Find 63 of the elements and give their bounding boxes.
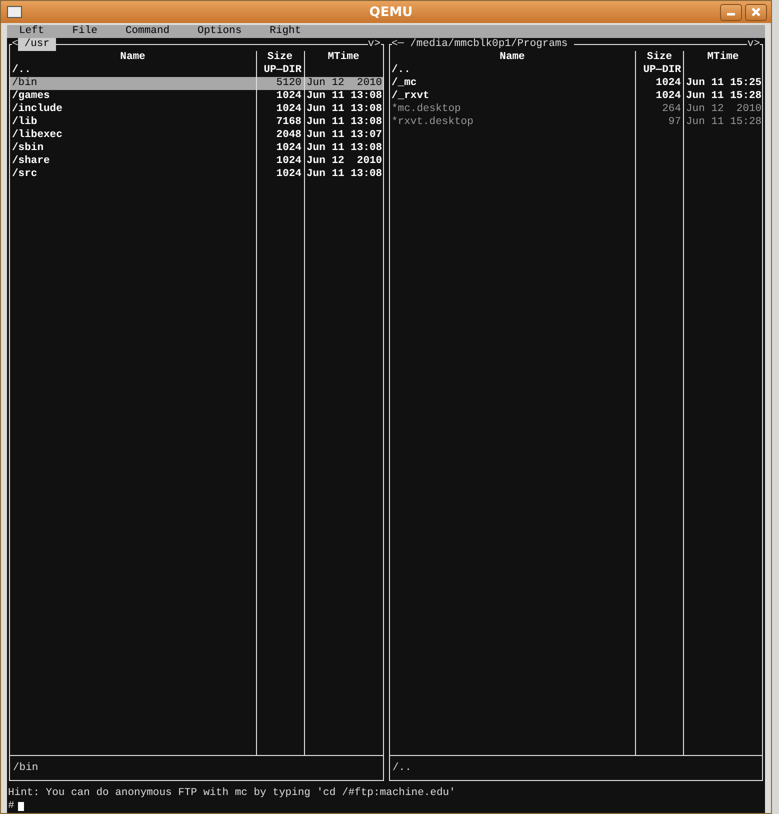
- file-size-cell-text: 2048: [275, 129, 302, 142]
- file-mtime-cell-text: Jun 11 13:08: [306, 103, 382, 116]
- hint-line: Hint: You can do anonymous FTP with mc by typing 'cd /#ftp:machine.edu': [7, 787, 456, 800]
- menu-item[interactable]: Command: [125, 25, 170, 38]
- column-header[interactable]: MTime: [684, 51, 762, 64]
- file-name-cell[interactable]: /sbin: [10, 142, 256, 155]
- menu-item[interactable]: Right: [270, 25, 302, 38]
- file-name-cell[interactable]: /lib: [10, 116, 256, 129]
- minimize-button[interactable]: [720, 4, 742, 20]
- file-mtime-cell-text: Jun 11 13:07: [306, 129, 382, 142]
- file-name-cell[interactable]: /libexec: [10, 129, 256, 142]
- file-size-cell: 5120: [256, 77, 304, 90]
- file-name-cell[interactable]: /games: [10, 90, 256, 103]
- close-button[interactable]: [745, 4, 767, 20]
- mini-status: /bin: [10, 755, 382, 780]
- file-size-cell-text: UP—DIR: [642, 64, 682, 77]
- close-icon: [751, 7, 761, 17]
- file-size-cell-text: 1024: [275, 142, 302, 155]
- panel-path: /media/mmcblk0p1/Programs: [404, 38, 574, 51]
- file-mtime-cell: Jun 12 2010: [304, 77, 382, 90]
- column-header[interactable]: Name: [390, 51, 635, 64]
- column-header[interactable]: Name: [10, 51, 256, 64]
- file-name-cell[interactable]: /bin: [10, 77, 256, 90]
- file-mtime-cell-text: Jun 11 13:08: [306, 168, 382, 181]
- file-size-cell-text: 1024: [275, 103, 302, 116]
- file-size-cell-text: 1024: [275, 155, 302, 168]
- file-mtime-cell-text: Jun 11 13:08: [306, 116, 382, 129]
- file-name-cell[interactable]: /include: [10, 103, 256, 116]
- file-name-cell[interactable]: /_mc: [390, 77, 635, 90]
- file-size-cell-text: 1024: [275, 90, 302, 103]
- file-name-cell[interactable]: /share: [10, 155, 256, 168]
- file-name-cell[interactable]: /_rxvt: [390, 90, 635, 103]
- column-header[interactable]: Size: [636, 51, 683, 64]
- file-mtime-cell-text: Jun 11 15:28: [685, 116, 762, 129]
- file-size-cell-text: 1024: [654, 90, 682, 103]
- file-name-cell[interactable]: *rxvt.desktop: [390, 116, 635, 129]
- menu-item[interactable]: Left: [19, 25, 44, 38]
- file-name-cell[interactable]: *mc.desktop: [390, 103, 635, 116]
- file-size-cell-text: 97: [667, 116, 682, 129]
- mini-status: /..: [390, 755, 762, 780]
- text-cursor: [18, 802, 24, 811]
- file-size-cell-text: 7168: [275, 116, 302, 129]
- file-mtime-cell-text: Jun 11 13:08: [306, 142, 382, 155]
- file-mtime-cell-text: Jun 12 2010: [685, 103, 762, 116]
- menu-item[interactable]: File: [72, 25, 98, 38]
- file-size-cell-text: UP—DIR: [262, 64, 302, 77]
- menu-item[interactable]: Options: [198, 25, 242, 38]
- file-mtime-cell-text: Jun 11 15:25: [685, 77, 762, 90]
- file-mtime-cell-text: Jun 11 15:28: [685, 90, 762, 103]
- file-name-cell[interactable]: /..: [390, 64, 635, 77]
- file-name-cell[interactable]: /src: [10, 168, 256, 181]
- file-size-cell-text: 264: [661, 103, 682, 116]
- file-size-cell-text: 1024: [654, 77, 682, 90]
- column-header[interactable]: Size: [256, 51, 304, 64]
- file-mtime-cell-text: Jun 12 2010: [306, 155, 382, 168]
- file-size-cell-text: 1024: [275, 168, 302, 181]
- file-name-cell[interactable]: /..: [10, 64, 256, 77]
- column-header[interactable]: MTime: [304, 51, 382, 64]
- shell-prompt: #: [8, 800, 14, 813]
- window-title: QEMU: [368, 4, 413, 20]
- window-icon[interactable]: [7, 6, 22, 18]
- panel-path: /usr: [18, 38, 56, 51]
- file-mtime-cell-text: Jun 11 13:08: [306, 90, 382, 103]
